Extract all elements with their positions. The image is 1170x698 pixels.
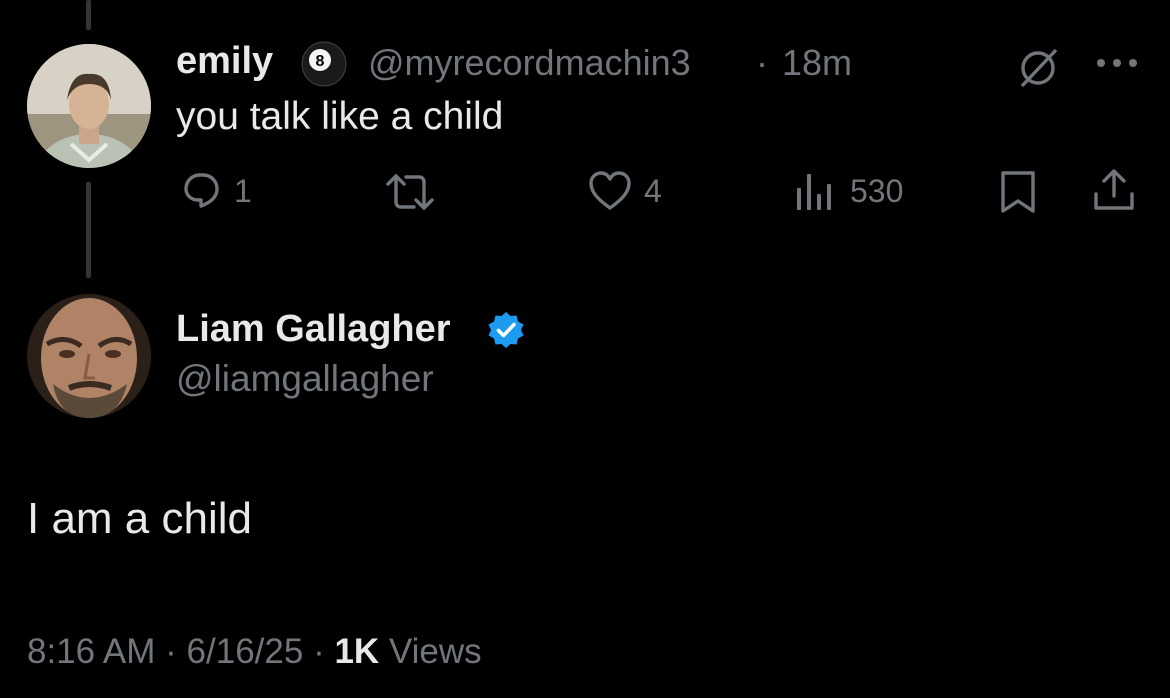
grok-icon[interactable] xyxy=(1014,44,1062,97)
avatar-emily[interactable] xyxy=(27,44,151,168)
views-count: 530 xyxy=(850,172,904,209)
reply-display-name[interactable]: emily xyxy=(176,40,273,83)
timestamp[interactable]: 8:16 AM xyxy=(27,632,155,671)
bookmark-icon[interactable] xyxy=(998,168,1038,221)
more-icon[interactable] xyxy=(1094,56,1140,75)
main-handle[interactable]: @liamgallagher xyxy=(176,358,434,400)
share-icon[interactable] xyxy=(1090,166,1138,219)
main-display-name[interactable]: Liam Gallagher xyxy=(176,308,451,351)
main-tweet-text: I am a child xyxy=(27,494,252,543)
reply-action[interactable]: 1 xyxy=(178,168,252,214)
avatar-liam-gallagher[interactable] xyxy=(27,294,151,418)
reply-icon xyxy=(178,168,224,214)
like-icon xyxy=(586,168,634,214)
reply-handle[interactable]: @myrecordmachin3 xyxy=(368,42,691,84)
retweet-action[interactable] xyxy=(384,170,436,214)
tweet-date[interactable]: 6/16/25 xyxy=(187,632,304,671)
meta-separator: · xyxy=(313,632,325,671)
views-icon xyxy=(794,168,836,214)
meta-separator: · xyxy=(165,632,177,671)
reply-text: you talk like a child xyxy=(176,95,504,138)
reply-time-ago[interactable]: 18m xyxy=(782,42,852,84)
thread-line-connector xyxy=(86,182,91,278)
thread-line-top xyxy=(86,0,91,30)
views-total[interactable]: 1K xyxy=(334,632,379,671)
reply-count: 1 xyxy=(234,172,252,209)
tweet-meta: 8:16 AM · 6/16/25 · 1K Views xyxy=(27,632,482,672)
views-action[interactable]: 530 xyxy=(794,168,903,214)
retweet-icon xyxy=(384,170,436,214)
views-label: Views xyxy=(388,632,482,671)
like-action[interactable]: 4 xyxy=(586,168,662,214)
like-count: 4 xyxy=(644,172,662,209)
reply-separator: · xyxy=(756,42,768,83)
svg-text:8: 8 xyxy=(316,53,325,70)
verified-badge-icon[interactable] xyxy=(486,310,526,355)
eight-ball-icon: 8 xyxy=(300,40,348,93)
